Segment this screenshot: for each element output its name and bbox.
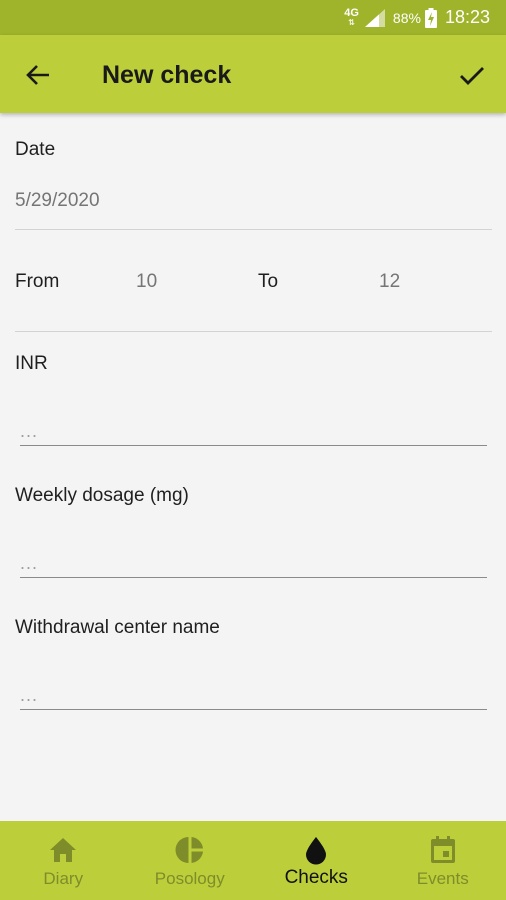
network-indicator: 4G ⇅ <box>344 7 359 28</box>
clock: 18:23 <box>444 7 490 27</box>
nav-item-posology[interactable]: Posology <box>127 821 254 900</box>
inr-input[interactable]: ... <box>20 421 38 442</box>
inr-label: INR <box>15 353 48 374</box>
weekly-dosage-underline <box>20 577 487 578</box>
date-label: Date <box>15 139 56 160</box>
nav-item-diary[interactable]: Diary <box>0 821 127 900</box>
weekly-dosage-label: Weekly dosage (mg) <box>15 485 189 506</box>
nav-label: Diary <box>43 869 84 888</box>
arrow-left-icon[interactable] <box>22 59 54 91</box>
withdrawal-center-input[interactable]: ... <box>20 685 38 706</box>
pie-chart-icon <box>175 837 203 863</box>
from-time-field[interactable]: 10 <box>136 271 157 293</box>
nav-label: Posology <box>154 869 225 888</box>
bottom-navigation: Diary Posology Checks Events <box>0 821 506 900</box>
divider <box>15 331 492 332</box>
to-label: To <box>258 271 279 292</box>
withdrawal-center-underline <box>20 709 487 710</box>
home-icon <box>50 838 77 862</box>
data-arrows-icon: ⇅ <box>348 17 355 27</box>
nav-item-events[interactable]: Events <box>380 821 506 900</box>
checkmark-icon[interactable] <box>456 59 488 91</box>
app-bar: New check <box>0 35 506 113</box>
new-check-form: Date 5/29/2020 From 10 To 12 INR ... Wee… <box>0 113 506 821</box>
status-bar: 4G ⇅ 88% 18:23 <box>0 0 506 35</box>
weekly-dosage-input[interactable]: ... <box>20 553 38 574</box>
date-field[interactable]: 5/29/2020 <box>15 190 100 212</box>
divider <box>15 229 492 230</box>
battery-charging-icon <box>424 7 437 28</box>
withdrawal-center-label: Withdrawal center name <box>15 617 220 638</box>
to-time-field[interactable]: 12 <box>379 271 400 293</box>
nav-item-checks[interactable]: Checks <box>253 821 380 900</box>
nav-label: Events <box>416 869 469 888</box>
signal-icon <box>364 8 385 27</box>
calendar-icon <box>430 836 455 863</box>
page-title: New check <box>102 61 232 89</box>
from-label: From <box>15 271 60 292</box>
drop-icon <box>306 837 327 865</box>
inr-input-underline <box>20 445 487 446</box>
battery-percentage: 88% <box>392 9 421 26</box>
nav-label: Checks <box>284 867 348 888</box>
